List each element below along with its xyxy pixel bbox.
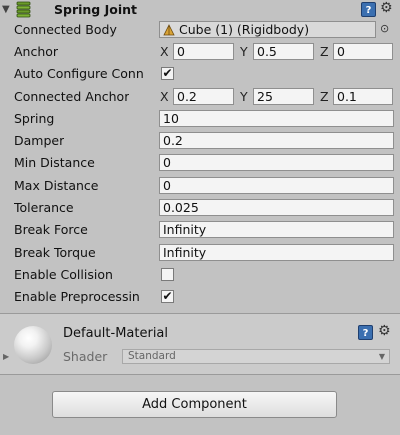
connected-anchor-z-label: Z	[320, 89, 329, 104]
enable-collision-label: Enable Collision	[14, 267, 113, 282]
anchor-label: Anchor	[14, 44, 59, 59]
component-header: ▼ Spring Joint ? ⚙	[0, 0, 400, 20]
material-section	[0, 314, 400, 374]
tolerance-input[interactable]: 0.025	[159, 199, 394, 216]
auto-configure-checkbox[interactable]: ✔	[161, 67, 174, 80]
connected-anchor-x-label: X	[160, 89, 169, 104]
component-title: Spring Joint	[54, 2, 137, 17]
connected-anchor-y-label: Y	[240, 89, 248, 104]
add-component-button[interactable]: Add Component	[52, 391, 337, 418]
section-divider-2	[0, 374, 400, 375]
gear-icon[interactable]: ⚙	[380, 0, 393, 16]
rigidbody-icon	[163, 24, 175, 36]
shader-dropdown[interactable]: Standard ▼	[122, 349, 390, 364]
connected-body-label: Connected Body	[14, 22, 117, 37]
material-name: Default-Material	[63, 326, 169, 341]
max-distance-input[interactable]: 0	[159, 177, 394, 194]
spring-label: Spring	[14, 111, 55, 126]
anchor-y-label: Y	[240, 44, 248, 59]
shader-label: Shader	[63, 349, 108, 364]
help-book-icon[interactable]: ?	[361, 2, 376, 17]
anchor-x-input[interactable]: 0	[173, 43, 234, 60]
material-help-book-icon[interactable]: ?	[358, 325, 373, 340]
damper-input[interactable]: 0.2	[159, 132, 394, 149]
min-distance-input[interactable]: 0	[159, 154, 394, 171]
anchor-z-label: Z	[320, 44, 329, 59]
material-gear-icon[interactable]: ⚙	[378, 323, 391, 339]
break-force-label: Break Force	[14, 222, 88, 237]
object-picker-icon[interactable]: ⊙	[380, 22, 389, 35]
material-preview-sphere	[14, 326, 52, 364]
enable-preprocessing-checkbox[interactable]: ✔	[161, 290, 174, 303]
enable-collision-checkbox[interactable]	[161, 268, 174, 281]
enable-preprocessing-label: Enable Preprocessin	[14, 289, 140, 304]
break-force-input[interactable]: Infinity	[159, 221, 394, 238]
spring-input[interactable]: 10	[159, 110, 394, 127]
anchor-y-input[interactable]: 0.5	[253, 43, 314, 60]
connected-body-field[interactable]: Cube (1) (Rigidbody)	[159, 21, 376, 38]
connected-anchor-y-input[interactable]: 25	[253, 88, 314, 105]
connected-anchor-x-input[interactable]: 0.2	[173, 88, 234, 105]
shader-value: Standard	[128, 350, 176, 362]
triangle-right-icon[interactable]: ▶	[3, 352, 9, 361]
connected-anchor-label: Connected Anchor	[14, 89, 130, 104]
damper-label: Damper	[14, 133, 65, 148]
anchor-z-input[interactable]: 0	[333, 43, 393, 60]
tolerance-label: Tolerance	[14, 200, 74, 215]
break-torque-input[interactable]: Infinity	[159, 244, 394, 261]
connected-anchor-z-input[interactable]: 0.1	[333, 88, 393, 105]
dropdown-arrow-icon: ▼	[378, 352, 385, 361]
anchor-x-label: X	[160, 44, 169, 59]
connected-body-value: Cube (1) (Rigidbody)	[178, 22, 310, 37]
auto-configure-label: Auto Configure Conn	[14, 66, 144, 81]
triangle-down-icon[interactable]: ▼	[2, 4, 10, 15]
spring-icon	[16, 1, 31, 18]
break-torque-label: Break Torque	[14, 245, 96, 260]
max-distance-label: Max Distance	[14, 178, 99, 193]
min-distance-label: Min Distance	[14, 155, 95, 170]
